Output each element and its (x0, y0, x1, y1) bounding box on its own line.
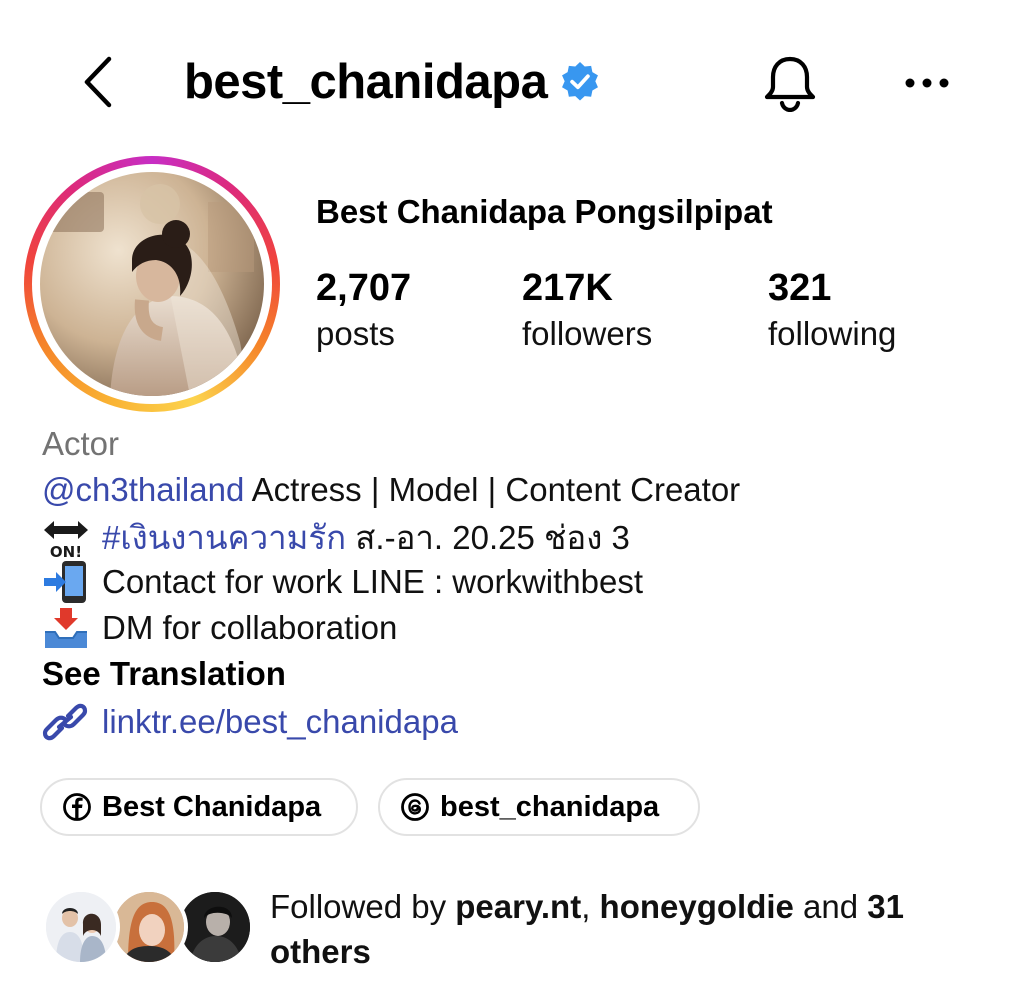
posts-count: 2,707 (316, 267, 412, 309)
svg-text:ON!: ON! (50, 543, 82, 560)
verified-badge-icon (559, 61, 601, 103)
bio-line-4: DM for collaboration (42, 606, 397, 650)
hashtag-link[interactable]: #เงินงานความรัก (102, 516, 346, 560)
on-arrow-emoji-icon: ON! (42, 516, 90, 561)
follower-avatar-1 (42, 888, 120, 966)
more-options-button[interactable] (900, 60, 954, 106)
external-link-text: linktr.ee/best_chanidapa (102, 703, 458, 740)
bio-line-2-text: ส.-อา. 20.25 ช่อง 3 (346, 519, 630, 556)
external-link[interactable]: linktr.ee/best_chanidapa (42, 700, 458, 744)
followed-by-prefix: Followed by (270, 888, 456, 925)
followed-by-and: and (793, 888, 868, 925)
followed-by-user-1: peary.nt (455, 888, 582, 925)
mention-link[interactable]: @ch3thailand (42, 468, 244, 512)
username-text: best_chanidapa (184, 55, 548, 109)
profile-username-header: best_chanidapa (184, 50, 601, 114)
following-stat[interactable]: 321 following (768, 264, 896, 356)
profile-full-name: Best Chanidapa Pongsilpipat (316, 193, 773, 230)
bio-line-2: ON! #เงินงานความรัก ส.-อา. 20.25 ช่อง 3 (42, 516, 630, 561)
posts-label: posts (316, 315, 395, 352)
back-button[interactable] (74, 52, 122, 112)
bio-line-1-text: Actress | Model | Content Creator (244, 471, 741, 508)
followed-by-user-2: honeygoldie (599, 888, 794, 925)
posts-stat[interactable]: 2,707 posts (316, 264, 411, 356)
mobile-phone-arrow-emoji-icon (42, 560, 90, 604)
followed-by-text[interactable]: Followed by peary.nt, honeygoldie and 31… (270, 884, 1010, 974)
bio-line-3: Contact for work LINE : workwithbest (42, 560, 643, 604)
profile-avatar-story-ring[interactable] (24, 156, 280, 412)
threads-pill-label: best_chanidapa (440, 790, 660, 823)
followers-label: followers (522, 315, 653, 352)
follower-avatar-2 (110, 888, 188, 966)
bell-icon (764, 56, 816, 112)
followed-by-count: 31 (867, 888, 905, 925)
followed-by-others: others (270, 933, 371, 970)
link-icon (42, 703, 88, 741)
see-translation-button[interactable]: See Translation (42, 652, 286, 696)
notifications-button[interactable] (758, 52, 822, 114)
threads-icon (401, 793, 429, 821)
following-label: following (768, 315, 897, 352)
threads-profile-pill[interactable]: best_chanidapa (378, 778, 700, 836)
chevron-left-icon (84, 56, 112, 108)
followers-count: 217K (522, 267, 613, 309)
bio-line-3-text: Contact for work LINE : workwithbest (102, 563, 644, 600)
followed-by-separator: , (581, 888, 600, 925)
bio-line-1: @ch3thailand Actress | Model | Content C… (42, 468, 740, 512)
facebook-pill-label: Best Chanidapa (102, 790, 322, 823)
profile-avatar (40, 172, 264, 396)
bio-line-4-text: DM for collaboration (102, 609, 398, 646)
inbox-tray-emoji-icon (42, 606, 90, 650)
followers-stat[interactable]: 217K followers (522, 264, 652, 356)
following-count: 321 (768, 267, 832, 309)
facebook-profile-pill[interactable]: Best Chanidapa (40, 778, 358, 836)
facebook-icon (63, 793, 91, 821)
profile-category: Actor (42, 425, 120, 462)
more-horizontal-icon (905, 78, 949, 88)
